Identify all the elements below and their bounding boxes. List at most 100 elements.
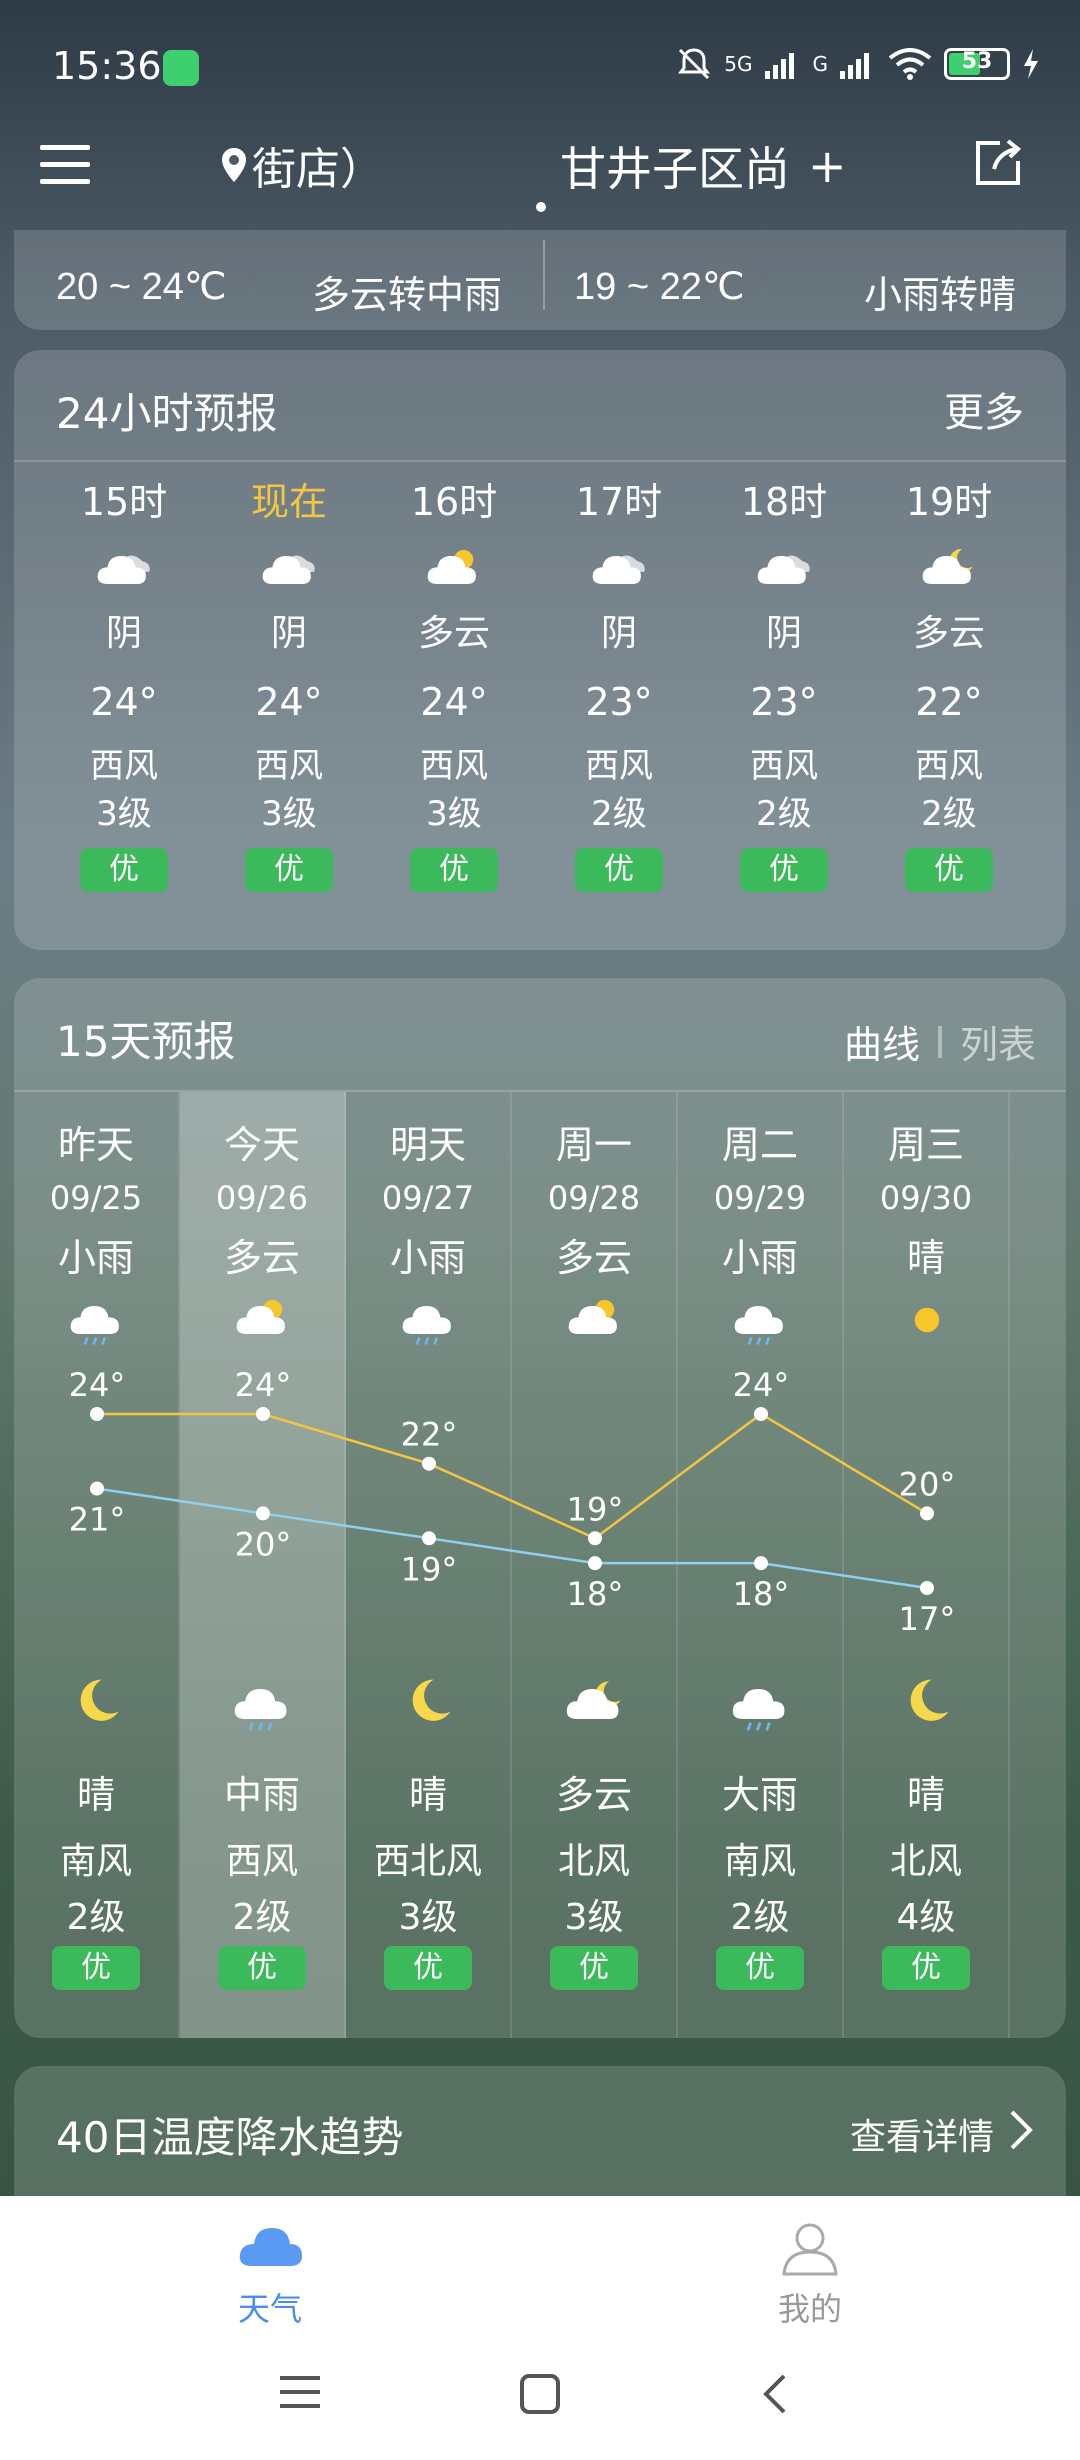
low-temp-point [920,1581,934,1595]
low-temp-line [96,1487,928,1590]
hour-condition: 阴 [270,613,307,654]
battery-icon: 53 [944,48,1010,80]
system-home-button[interactable] [518,2372,562,2416]
hour-time: 18时 [740,480,828,524]
charging-icon [1024,49,1038,79]
tomorrow-condition: 小雨转晴 [864,275,1017,317]
temperature-chart: 24° 21° 24° 20° 22° 19° 19° 18° 24° 18° 20° 17° [69,1366,956,1638]
high-temp-point [588,1531,602,1546]
wifi-icon [888,48,932,80]
hour-condition: 阴 [765,613,802,654]
status-time: 15:36 [52,44,162,88]
summary-divider [543,240,545,310]
low-temp-point [422,1531,436,1546]
mode-separator [937,1025,942,1058]
aqi-badge: 优 [740,848,828,892]
low-temp-label: 18° [567,1575,624,1613]
hour-wind-direction: 西风 [585,746,653,786]
system-back-button[interactable] [760,2372,790,2416]
hour-wind-direction: 西风 [90,746,158,786]
nav-mine-label: 我的 [777,2290,842,2328]
low-temp-label: 18° [733,1575,790,1613]
add-city-button[interactable]: + [808,139,847,193]
cloudy-icon [757,555,810,584]
nav-mine-tab[interactable]: 我的 [710,2220,910,2330]
daily-separator [14,1090,1066,1092]
hour-column: 18时阴 23° 西风 2级优 [704,472,864,892]
bottom-nav: 天气 我的 [0,2196,1080,2460]
hour-temperature: 24° [420,680,488,724]
hour-wind-level: 2级 [756,794,812,834]
daily-title: 15天预报 [56,1017,236,1066]
hour-wind-level: 2级 [921,794,977,834]
high-temp-point [90,1407,104,1421]
location-prev-name: 街店） [252,144,384,195]
hourly-separator [14,460,1066,462]
cloudy-icon [592,555,645,584]
hour-wind-level: 3级 [96,794,152,834]
partly-cloudy-night-icon [922,548,973,584]
low-temp-label: 17° [899,1600,956,1638]
high-temp-label: 24° [69,1366,126,1404]
hourly-more-button[interactable]: 更多 [944,380,1024,438]
location-prev[interactable]: 街店） [220,133,384,197]
hour-condition: 阴 [600,613,637,654]
hour-temperature: 24° [90,680,158,724]
high-temp-point [422,1456,436,1471]
hour-temperature: 24° [255,680,323,724]
hour-column: 17时阴 23° 西风 2级优 [539,472,699,892]
menu-button[interactable] [40,145,90,189]
daily-mode-switch: 曲线 列表 [844,1014,1036,1069]
hour-column: 16时 多云 24° 西风 3级优 [374,472,534,892]
aqi-badge: 优 [905,848,993,892]
hour-temperature: 23° [750,680,818,724]
trend-detail-link[interactable]: 查看详情 [850,2108,994,2160]
user-icon [782,2223,838,2276]
cloudy-icon [262,555,315,584]
aqi-badge: 优 [575,848,663,892]
low-temp-point [256,1506,270,1521]
high-temp-label: 22° [401,1416,458,1454]
hour-wind-level: 3级 [426,794,482,834]
hour-column: 现在阴 24° 西风 3级优 [209,472,369,892]
hour-wind-level: 2级 [591,794,647,834]
trend-card[interactable]: 40日温度降水趋势 查看详情 [14,2066,1066,2196]
high-temp-point [754,1407,768,1421]
hour-time: 19时 [905,480,993,524]
today-condition: 多云转中雨 [312,275,503,317]
hour-condition: 多云 [912,613,985,654]
summary-card: 20 ~ 24℃ 多云转中雨 19 ~ 22℃ 小雨转晴 [14,230,1066,330]
hourly-forecast-card: 24小时预报 更多 15时阴 24° 西风 3级优 现在阴 24° 西风 3级优 16时 多云 24… [14,350,1066,950]
low-temp-label: 21° [69,1501,126,1539]
high-temp-label: 19° [567,1490,624,1528]
system-menu-button[interactable] [278,2372,322,2412]
status-icons: 5G G 53 [676,46,1040,82]
low-temp-label: 20° [235,1525,292,1563]
hour-time: 15时 [80,480,168,524]
trend-title: 40日温度降水趋势 [56,2113,404,2162]
aqi-badge: 优 [410,848,498,892]
high-temp-label: 20° [899,1465,956,1503]
low-temp-point [588,1556,602,1571]
daily-forecast-card: 昨天 09/25 小雨晴南风 2级优今天 09/26 多云 中雨 西风 2级优明天 09/27 小雨… [14,978,1066,2038]
mode-curve-button[interactable]: 曲线 [844,1014,920,1069]
low-temp-label: 19° [401,1550,458,1588]
high-temp-label: 24° [733,1366,790,1404]
location-pin-icon [222,148,246,182]
chevron-right-icon[interactable] [1006,2108,1036,2152]
nav-weather-label: 天气 [237,2290,302,2328]
low-temp-point [90,1481,104,1496]
low-temp-point [754,1556,768,1571]
nav-weather-tab[interactable]: 天气 [170,2220,370,2330]
partly-cloudy-icon [427,549,476,584]
cloudy-icon [97,555,150,584]
high-temp-point [256,1407,270,1421]
battery-level: 53 [961,49,993,74]
location-current-name: 甘井子区尚 [560,142,790,196]
network-g-label: G [812,52,829,76]
location-current[interactable]: 甘井子区尚 + [560,133,847,199]
mode-list-button[interactable]: 列表 [960,1014,1036,1069]
aqi-badge: 优 [245,848,333,892]
hour-wind-direction: 西风 [750,746,818,786]
share-icon[interactable] [970,135,1026,191]
